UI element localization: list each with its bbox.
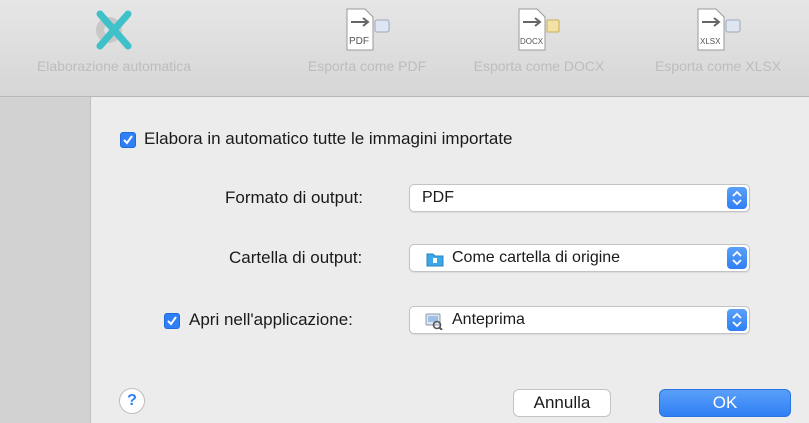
toolbar-item-export-pdf[interactable]: PDF Esporta come PDF xyxy=(292,6,442,74)
open-in-app-checkbox[interactable] xyxy=(164,313,180,329)
toolbar-label-export-pdf: Esporta come PDF xyxy=(307,58,427,74)
checkmark-icon xyxy=(167,316,177,326)
export-docx-badge: DOCX xyxy=(520,37,544,46)
ok-button[interactable]: OK xyxy=(659,389,791,417)
export-docx-icon: DOCX xyxy=(518,8,560,51)
export-pdf-badge: PDF xyxy=(349,36,369,47)
toolbar-item-export-docx[interactable]: DOCX Esporta come DOCX xyxy=(454,6,624,74)
output-format-label: Formato di output: xyxy=(225,188,363,207)
open-in-app-value: Anteprima xyxy=(452,311,525,328)
cancel-button[interactable]: Annulla xyxy=(513,389,611,417)
open-in-app-label: Apri nell'applicazione: xyxy=(189,310,353,329)
chevron-updown-icon xyxy=(727,247,747,269)
toolbar: Elaborazione automatica PDF Esporta come… xyxy=(0,0,809,97)
chevron-updown-icon xyxy=(727,309,747,331)
preview-app-icon xyxy=(425,313,443,330)
output-folder-label: Cartella di output: xyxy=(229,248,363,267)
output-format-value: PDF xyxy=(422,189,454,206)
folder-icon xyxy=(426,253,444,267)
output-folder-select[interactable]: Come cartella di origine xyxy=(409,244,750,272)
toolbar-label-auto-process: Elaborazione automatica xyxy=(36,58,192,74)
toolbar-label-export-docx: Esporta come DOCX xyxy=(473,58,605,74)
output-format-select[interactable]: PDF xyxy=(409,184,750,212)
toolbar-item-export-xlsx[interactable]: XLSX Esporta come XLSX xyxy=(632,6,804,74)
export-xlsx-icon: XLSX xyxy=(697,8,741,51)
help-button[interactable]: ? xyxy=(119,388,145,414)
toolbar-item-auto-process[interactable]: Elaborazione automatica xyxy=(6,6,222,74)
export-xlsx-badge: XLSX xyxy=(700,37,721,46)
output-folder-value: Come cartella di origine xyxy=(452,249,621,266)
auto-process-label: Elabora in automatico tutte le immagini … xyxy=(144,129,513,148)
sidebar xyxy=(0,97,91,423)
auto-process-checkbox[interactable] xyxy=(120,132,136,148)
auto-process-icon xyxy=(96,10,132,50)
chevron-updown-icon xyxy=(727,187,747,209)
toolbar-label-export-xlsx: Esporta come XLSX xyxy=(654,58,782,74)
checkmark-icon xyxy=(123,135,133,145)
auto-process-sheet: Elabora in automatico tutte le immagini … xyxy=(91,97,809,423)
export-pdf-icon: PDF xyxy=(346,8,390,51)
open-in-app-select[interactable]: Anteprima xyxy=(409,306,750,334)
